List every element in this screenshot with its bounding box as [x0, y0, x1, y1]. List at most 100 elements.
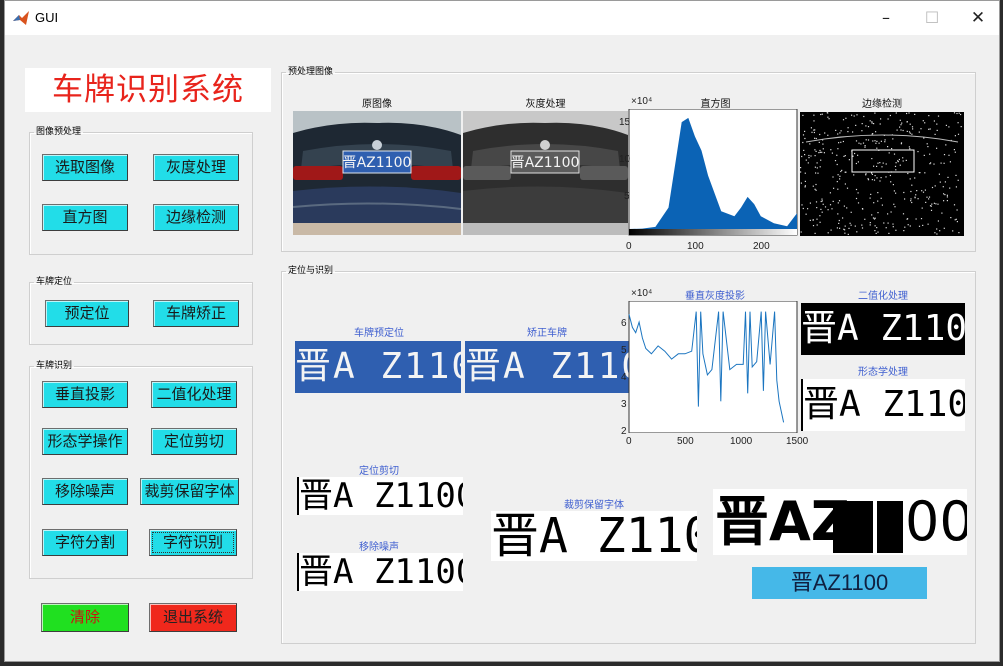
edge-pixel — [896, 129, 898, 131]
edge-pixel — [887, 118, 889, 120]
edge-pixel — [810, 155, 812, 157]
edge-pixel — [832, 176, 834, 178]
edge-pixel — [833, 187, 835, 189]
segmented-char-block-2 — [877, 501, 903, 553]
edge-pixel — [885, 176, 887, 178]
edge-pixel — [957, 133, 960, 135]
recognition-result: 晋AZ1100 — [752, 567, 927, 599]
exit-button[interactable]: 退出系统 — [149, 603, 237, 632]
edge-pixel — [871, 158, 873, 160]
edge-pixel — [831, 208, 833, 210]
cropped-plate-image: 晋A Z1100 — [297, 477, 463, 515]
edge-pixel — [914, 113, 916, 115]
binarize-button[interactable]: 二值化处理 — [151, 381, 237, 408]
edge-pixel — [856, 114, 858, 116]
keep-font-title: 裁剪保留字体 — [564, 500, 624, 511]
gray-car-image: 晋AZ1100 — [463, 111, 628, 235]
edge-pixel — [855, 124, 857, 126]
edge-pixel — [889, 174, 891, 177]
edge-pixel — [924, 122, 926, 124]
edge-pixel — [871, 179, 873, 181]
prelocate-title: 车牌预定位 — [354, 328, 404, 339]
edge-pixel — [816, 218, 818, 220]
edge-pixel — [824, 206, 827, 208]
minimize-button[interactable]: – — [863, 1, 909, 35]
edge-pixel — [827, 116, 829, 118]
edge-pixel — [847, 127, 849, 129]
edge-pixel — [939, 181, 941, 183]
edge-pixel — [845, 117, 847, 119]
edge-pixel — [861, 130, 863, 132]
edge-pixel — [848, 227, 850, 229]
edge-pixel — [855, 197, 858, 200]
edge-pixel — [869, 224, 871, 226]
edge-pixel — [813, 131, 815, 134]
plate-correct-button[interactable]: 车牌矫正 — [153, 300, 239, 327]
edge-pixel — [910, 198, 912, 200]
edge-pixel — [890, 211, 892, 213]
edge-pixel — [943, 227, 945, 229]
grayscale-button[interactable]: 灰度处理 — [153, 154, 239, 181]
morph-plate-image: 晋A Z1100 — [801, 379, 965, 431]
edge-pixel — [871, 172, 873, 174]
edge-pixel — [930, 209, 933, 211]
edge-pixel — [871, 121, 873, 123]
prelocate-button[interactable]: 预定位 — [45, 300, 129, 327]
edge-pixel — [942, 186, 944, 188]
edge-pixel — [923, 154, 925, 156]
edge-pixel — [936, 228, 938, 230]
edge-pixel — [828, 118, 830, 120]
edge-pixel — [811, 131, 813, 133]
edge-pixel — [909, 123, 911, 125]
vertical-projection-button[interactable]: 垂直投影 — [42, 381, 128, 408]
vproj-xtick-0: 0 — [626, 436, 632, 447]
edge-pixel — [949, 161, 951, 163]
edge-pixel — [874, 230, 876, 232]
histogram-button[interactable]: 直方图 — [42, 204, 128, 231]
edge-pixel — [944, 194, 946, 196]
edge-pixel — [954, 151, 956, 153]
edge-pixel — [800, 171, 802, 173]
gui-window: GUI – ☐ ✕ 车牌识别系统 图像预处理 选取图像 灰度处理 直方图 边缘检… — [4, 0, 1000, 662]
edge-pixel — [948, 126, 950, 128]
edge-pixel — [941, 212, 943, 214]
edge-pixel — [822, 143, 824, 145]
edge-pixel — [820, 200, 822, 203]
edge-pixel — [892, 226, 894, 228]
gray-plate-text: 晋AZ1100 — [511, 155, 580, 171]
edge-pixel — [936, 129, 938, 131]
crop-keep-font-button[interactable]: 裁剪保留字体 — [140, 478, 239, 505]
edge-pixel — [929, 163, 931, 165]
edge-pixel — [928, 196, 931, 198]
edge-pixel — [876, 177, 878, 179]
edge-pixel — [872, 140, 874, 142]
remove-noise-button[interactable]: 移除噪声 — [42, 478, 128, 505]
morphology-button[interactable]: 形态学操作 — [42, 428, 128, 455]
edge-pixel — [892, 138, 894, 140]
edge-pixel — [861, 208, 864, 210]
edge-pixel — [908, 131, 911, 133]
edge-pixel — [911, 184, 913, 186]
edge-pixel — [854, 225, 856, 227]
edge-pixel — [844, 171, 846, 173]
edge-detect-button[interactable]: 边缘检测 — [153, 204, 239, 231]
edge-pixel — [876, 227, 878, 229]
close-button[interactable]: ✕ — [955, 1, 1001, 35]
edge-pixel — [877, 192, 879, 194]
select-image-button[interactable]: 选取图像 — [42, 154, 128, 181]
char-recognize-button[interactable]: 字符识别 — [149, 529, 237, 556]
edge-pixel — [848, 159, 850, 161]
edge-pixel — [821, 211, 823, 213]
edge-pixel — [946, 196, 948, 198]
original-car-image: 晋AZ1100 — [293, 111, 461, 235]
edge-pixel — [908, 112, 910, 114]
edge-pixel — [939, 230, 941, 232]
edge-pixel — [800, 167, 802, 169]
clear-button[interactable]: 清除 — [41, 603, 129, 632]
edge-pixel — [829, 192, 831, 194]
edge-pixel — [880, 197, 882, 199]
maximize-button[interactable]: ☐ — [909, 1, 955, 35]
locate-crop-button[interactable]: 定位剪切 — [151, 428, 237, 455]
char-segment-button[interactable]: 字符分割 — [42, 529, 128, 556]
vproj-ytick-6: 6 — [621, 318, 627, 329]
